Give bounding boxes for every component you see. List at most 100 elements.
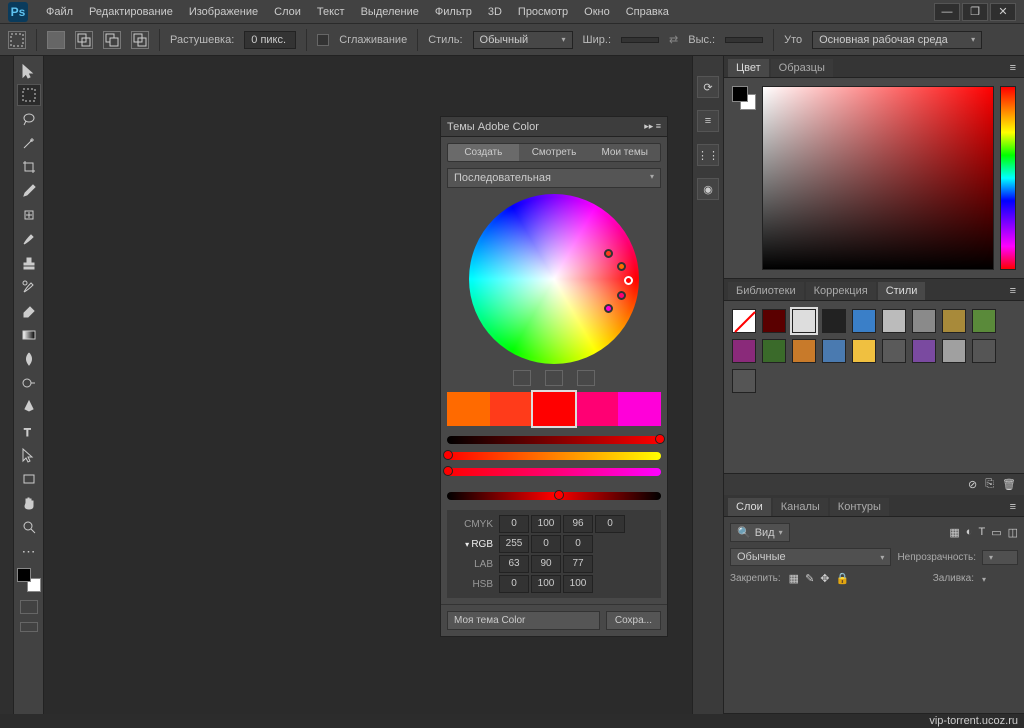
tab-styles[interactable]: Стили xyxy=(878,282,926,300)
tab-color[interactable]: Цвет xyxy=(728,59,769,77)
style-select[interactable]: Обычный▾ xyxy=(473,31,573,49)
style-swatch-16[interactable] xyxy=(942,339,966,363)
height-input[interactable] xyxy=(725,37,763,43)
tab-paths[interactable]: Контуры xyxy=(830,498,889,516)
style-swatch-7[interactable] xyxy=(942,309,966,333)
lock-position-icon[interactable]: ✥ xyxy=(820,572,829,585)
menu-view[interactable]: Просмотр xyxy=(510,6,576,18)
left-dock-strip[interactable] xyxy=(0,56,14,714)
blend-mode-select[interactable]: Обычные▾ xyxy=(730,548,891,566)
window-maximize-button[interactable]: ❐ xyxy=(962,3,988,21)
filter-smart-icon[interactable]: ◫ xyxy=(1008,526,1018,539)
filter-adjust-icon[interactable]: ◐ xyxy=(966,526,973,539)
style-swatch-4[interactable] xyxy=(852,309,876,333)
workspace-select[interactable]: Основная рабочая среда▾ xyxy=(812,31,982,49)
magic-wand-tool[interactable] xyxy=(17,132,41,154)
menu-layers[interactable]: Слои xyxy=(266,6,309,18)
opacity-input[interactable]: ▾ xyxy=(982,550,1018,565)
style-swatch-12[interactable] xyxy=(822,339,846,363)
slider-magenta[interactable] xyxy=(447,468,661,476)
stamp-tool[interactable] xyxy=(17,252,41,274)
color-rule-select[interactable]: Последовательная▾ xyxy=(447,168,661,188)
brush-tool[interactable] xyxy=(17,228,41,250)
theme-name-input[interactable]: Моя тема Color xyxy=(447,611,600,630)
tab-libraries[interactable]: Библиотеки xyxy=(728,282,804,300)
lock-brush-icon[interactable]: ✎ xyxy=(805,572,814,585)
rectangle-tool[interactable] xyxy=(17,468,41,490)
zoom-tool[interactable] xyxy=(17,516,41,538)
new-layer-icon[interactable]: ⎘ xyxy=(985,478,994,491)
menu-file[interactable]: Файл xyxy=(38,6,81,18)
history-panel-icon[interactable]: ⟳ xyxy=(697,76,719,98)
glyphs-panel-icon[interactable]: ◉ xyxy=(697,178,719,200)
menu-3d[interactable]: 3D xyxy=(480,6,510,18)
adobe-color-titlebar[interactable]: Темы Adobe Color ▸▸ ≡ xyxy=(441,117,667,137)
style-swatch-13[interactable] xyxy=(852,339,876,363)
styles-panel-menu[interactable]: ≡ xyxy=(1006,282,1020,300)
menu-help[interactable]: Справка xyxy=(618,6,677,18)
row-hsb[interactable]: HSB 0 100 100 xyxy=(451,574,657,594)
crop-tool[interactable] xyxy=(17,156,41,178)
style-swatch-11[interactable] xyxy=(792,339,816,363)
selection-intersect-icon[interactable] xyxy=(131,31,149,49)
style-swatch-6[interactable] xyxy=(912,309,936,333)
swatch-2[interactable] xyxy=(533,392,576,426)
hue-slider[interactable] xyxy=(1000,86,1016,270)
layers-panel-menu[interactable]: ≡ xyxy=(1006,498,1020,516)
tab-adjustments[interactable]: Коррекция xyxy=(806,282,876,300)
filter-shape-icon[interactable]: ▭ xyxy=(991,526,1001,539)
menu-filter[interactable]: Фильтр xyxy=(427,6,480,18)
row-rgb[interactable]: RGB 255 0 0 xyxy=(451,534,657,554)
marquee-tool[interactable] xyxy=(17,84,41,106)
selection-new-icon[interactable] xyxy=(47,31,65,49)
type-tool[interactable]: T xyxy=(17,420,41,442)
slider-warm[interactable] xyxy=(447,452,661,460)
save-theme-button[interactable]: Сохра... xyxy=(606,611,661,630)
color-panel-fgbg[interactable] xyxy=(732,86,756,270)
menu-window[interactable]: Окно xyxy=(576,6,618,18)
healing-tool[interactable] xyxy=(17,204,41,226)
swatch-1[interactable] xyxy=(490,392,533,426)
style-swatch-10[interactable] xyxy=(762,339,786,363)
fill-input[interactable]: ▾ xyxy=(982,573,1018,585)
tab-swatches[interactable]: Образцы xyxy=(771,59,833,77)
feather-input[interactable]: 0 пикс. xyxy=(244,31,296,49)
style-swatch-0[interactable] xyxy=(732,309,756,333)
menu-text[interactable]: Текст xyxy=(309,6,353,18)
swap-wh-icon[interactable]: ⇄ xyxy=(669,33,678,46)
style-swatch-18[interactable] xyxy=(732,369,756,393)
style-swatch-2[interactable] xyxy=(792,309,816,333)
foreground-color[interactable] xyxy=(17,568,31,582)
character-panel-icon[interactable]: ⋮⋮ xyxy=(697,144,719,166)
filter-type-icon[interactable]: T xyxy=(978,526,985,539)
lasso-tool[interactable] xyxy=(17,108,41,130)
slider-brightness[interactable] xyxy=(447,436,661,444)
ac-tab-mythemes[interactable]: Мои темы xyxy=(589,144,660,161)
style-swatch-3[interactable] xyxy=(822,309,846,333)
tab-layers[interactable]: Слои xyxy=(728,498,771,516)
menu-image[interactable]: Изображение xyxy=(181,6,266,18)
style-swatch-9[interactable] xyxy=(732,339,756,363)
menu-edit[interactable]: Редактирование xyxy=(81,6,181,18)
gradient-tool[interactable] xyxy=(17,324,41,346)
selection-subtract-icon[interactable] xyxy=(103,31,121,49)
lock-pixels-icon[interactable]: ▦ xyxy=(789,572,799,585)
quickmask-toggle[interactable] xyxy=(20,600,38,614)
slider-base[interactable] xyxy=(447,492,661,500)
history-brush-tool[interactable] xyxy=(17,276,41,298)
row-lab[interactable]: LAB 63 90 77 xyxy=(451,554,657,574)
color-panel-menu[interactable]: ≡ xyxy=(1006,59,1020,77)
lock-all-icon[interactable]: 🔒 xyxy=(836,572,850,585)
hand-tool[interactable] xyxy=(17,492,41,514)
wheel-tool-3[interactable] xyxy=(577,370,595,386)
swatch-0[interactable] xyxy=(447,392,490,426)
window-minimize-button[interactable]: — xyxy=(934,3,960,21)
antialias-checkbox[interactable] xyxy=(317,34,329,46)
move-tool[interactable] xyxy=(17,60,41,82)
style-swatch-15[interactable] xyxy=(912,339,936,363)
edit-toolbar-tool[interactable]: ⋯ xyxy=(17,540,41,562)
color-wheel[interactable] xyxy=(469,194,639,364)
screenmode-toggle[interactable] xyxy=(20,622,38,632)
filter-image-icon[interactable]: ▦ xyxy=(949,526,959,539)
tab-channels[interactable]: Каналы xyxy=(773,498,828,516)
